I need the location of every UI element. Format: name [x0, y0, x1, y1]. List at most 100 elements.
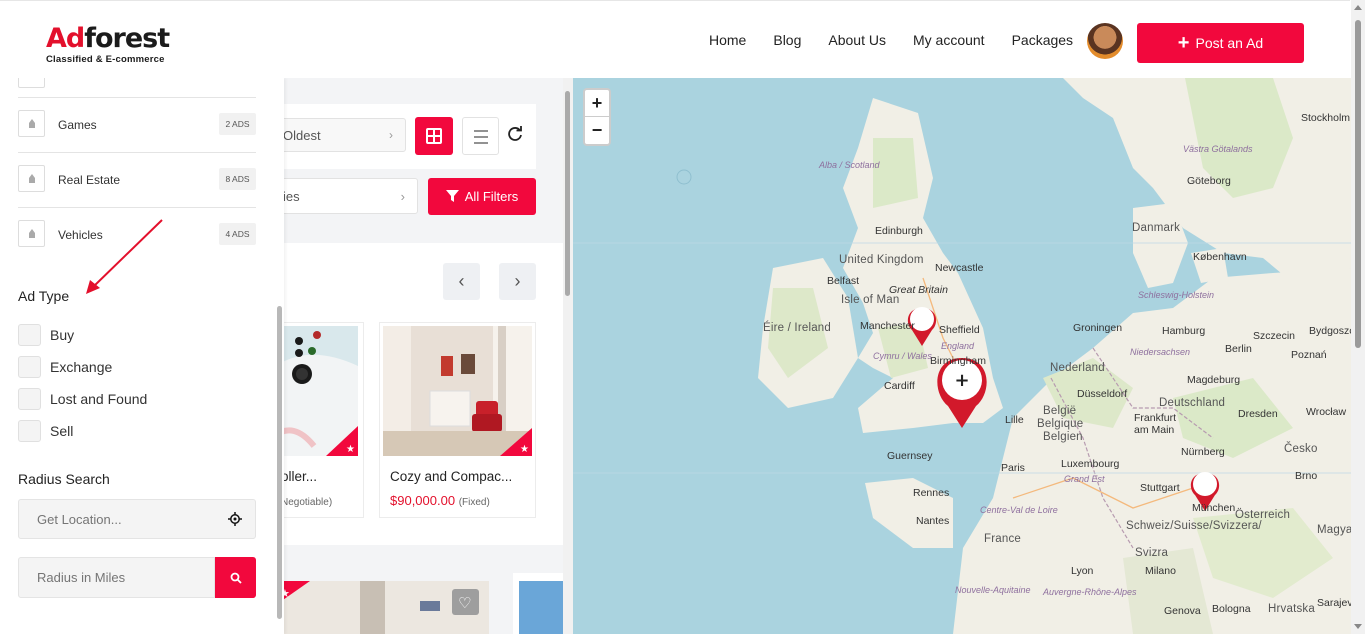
- map-label: Rennes: [913, 487, 950, 499]
- map-label: Poznań: [1291, 349, 1327, 361]
- map-label: Deutschland: [1159, 397, 1226, 409]
- zoom-out-button[interactable]: −: [585, 117, 609, 144]
- ad-type-option[interactable]: Buy: [18, 324, 74, 346]
- heart-icon: ♡: [458, 594, 471, 612]
- grid-view-button[interactable]: [415, 117, 453, 155]
- map-label: Groningen: [1073, 322, 1123, 334]
- chevron-left-icon: ‹: [458, 271, 465, 291]
- sort-select[interactable]: Oldest ›: [270, 118, 406, 152]
- category-icon: [18, 165, 45, 192]
- listing-image-room: ★: [383, 326, 532, 456]
- map-label: Wrocław: [1306, 406, 1347, 418]
- svg-text:★: ★: [346, 444, 355, 455]
- category-item-real-estate[interactable]: Real Estate 8 ADS: [18, 153, 256, 208]
- map-label: Belfast: [827, 275, 860, 287]
- annotation-arrow-icon: [86, 219, 163, 294]
- map-label: Nantes: [916, 515, 950, 527]
- listing-scrollbar[interactable]: [563, 78, 573, 634]
- ad-type-label: Sell: [50, 423, 74, 439]
- carousel-prev-button[interactable]: ‹: [443, 263, 480, 300]
- logo-ad: Ad: [46, 23, 85, 54]
- map-label: England: [941, 341, 975, 351]
- listing-title[interactable]: oller...: [281, 469, 317, 484]
- nav-packages[interactable]: Packages: [1012, 32, 1073, 48]
- checkbox[interactable]: [18, 388, 41, 410]
- map-label: United Kingdom: [839, 254, 924, 266]
- all-filters-button[interactable]: All Filters: [428, 178, 536, 215]
- map-label: Nürnberg: [1181, 446, 1225, 458]
- crosshair-icon[interactable]: [228, 512, 242, 526]
- user-avatar[interactable]: [1087, 23, 1123, 59]
- map-label: Sarajev: [1317, 597, 1351, 609]
- radius-input[interactable]: [18, 557, 215, 598]
- refresh-icon[interactable]: [506, 125, 524, 143]
- map-label: Belgique: [1037, 418, 1084, 430]
- all-filters-label: All Filters: [464, 189, 519, 204]
- map-label: Niedersachsen: [1130, 347, 1191, 357]
- ad-type-option[interactable]: Exchange: [18, 356, 112, 378]
- nav-home[interactable]: Home: [709, 32, 746, 48]
- site-logo[interactable]: Adforest Classified & E-commerce: [46, 23, 170, 66]
- map-label: Hamburg: [1162, 325, 1206, 337]
- listing-title[interactable]: Cozy and Compac...: [390, 469, 512, 484]
- map-label: Schleswig-Holstein: [1138, 290, 1215, 300]
- map-label: Manchester: [860, 320, 915, 332]
- radius-search-title: Radius Search: [18, 471, 110, 487]
- category-item-games[interactable]: Games 2 ADS: [18, 98, 256, 153]
- ad-type-label: Exchange: [50, 359, 113, 375]
- ad-type-title: Ad Type: [18, 288, 70, 304]
- listing-price: Negotiable): [281, 493, 332, 508]
- map-label: København: [1193, 251, 1247, 263]
- carousel-next-button[interactable]: ›: [499, 263, 536, 300]
- price-note: Negotiable): [281, 497, 333, 508]
- filter-sidebar: Games 2 ADS Real Estate 8 ADS Vehicles 4…: [0, 27, 284, 634]
- logo-forest: forest: [84, 23, 170, 54]
- list-view-button[interactable]: [462, 117, 499, 155]
- page: Oldest › ies › All Filters ‹ › ★ oller..…: [0, 0, 1365, 634]
- site-header: Adforest Classified & E-commerce Home Bl…: [0, 0, 1350, 78]
- map-label: am Main: [1134, 424, 1175, 436]
- checkbox[interactable]: [18, 420, 41, 442]
- category-count: 4 ADS: [219, 223, 256, 245]
- scroll-up-icon[interactable]: [1354, 5, 1362, 10]
- map-label: Alba / Scotland: [819, 160, 880, 170]
- plus-icon: +: [1177, 32, 1190, 54]
- nav-about-us[interactable]: About Us: [828, 32, 886, 48]
- map-label: Magdeburg: [1187, 374, 1241, 386]
- map-label: Genova: [1164, 605, 1201, 617]
- scroll-down-icon[interactable]: [1354, 624, 1362, 629]
- category-select[interactable]: ies ›: [270, 178, 418, 214]
- chevron-right-icon: ›: [400, 189, 405, 204]
- map-label: Paris: [1001, 462, 1025, 474]
- filter-icon: [445, 190, 459, 202]
- logo-tagline: Classified & E-commerce: [46, 54, 165, 65]
- nav-blog[interactable]: Blog: [773, 32, 801, 48]
- listing-image-partial: ★ ♡: [270, 581, 489, 634]
- listing-card[interactable]: ★ Cozy and Compac... $90,000.00 (Fixed): [379, 322, 536, 518]
- map-label: Lille: [1005, 414, 1024, 426]
- map-label: Danmark: [1132, 222, 1181, 234]
- page-scrollbar[interactable]: [1351, 0, 1365, 634]
- location-input[interactable]: [18, 499, 256, 539]
- category-label: Games: [58, 118, 97, 132]
- chevron-right-icon: ›: [514, 271, 521, 291]
- post-ad-button[interactable]: + Post an Ad: [1137, 23, 1304, 63]
- ad-type-label: Lost and Found: [50, 391, 148, 407]
- sidebar-scrollbar[interactable]: [275, 78, 284, 634]
- search-icon: [230, 572, 242, 584]
- listing-price: $90,000.00 (Fixed): [390, 493, 490, 508]
- map-label: Belgien: [1043, 431, 1083, 443]
- checkbox[interactable]: [18, 356, 41, 378]
- map-label: Svizra: [1135, 547, 1169, 559]
- checkbox[interactable]: [18, 324, 41, 346]
- ad-type-option[interactable]: Lost and Found: [18, 388, 147, 410]
- map-label: Magya: [1317, 524, 1351, 536]
- map-view[interactable]: + + − Stockholm Alba / Scotland Västra G…: [573, 78, 1351, 634]
- map-label: Milano: [1145, 565, 1176, 577]
- nav-my-account[interactable]: My account: [913, 32, 985, 48]
- radius-search-button[interactable]: [215, 557, 256, 598]
- map-label: Szczecin: [1253, 330, 1296, 342]
- ad-type-option[interactable]: Sell: [18, 420, 73, 442]
- map-label: Grand Est: [1064, 474, 1105, 484]
- zoom-in-button[interactable]: +: [585, 90, 609, 117]
